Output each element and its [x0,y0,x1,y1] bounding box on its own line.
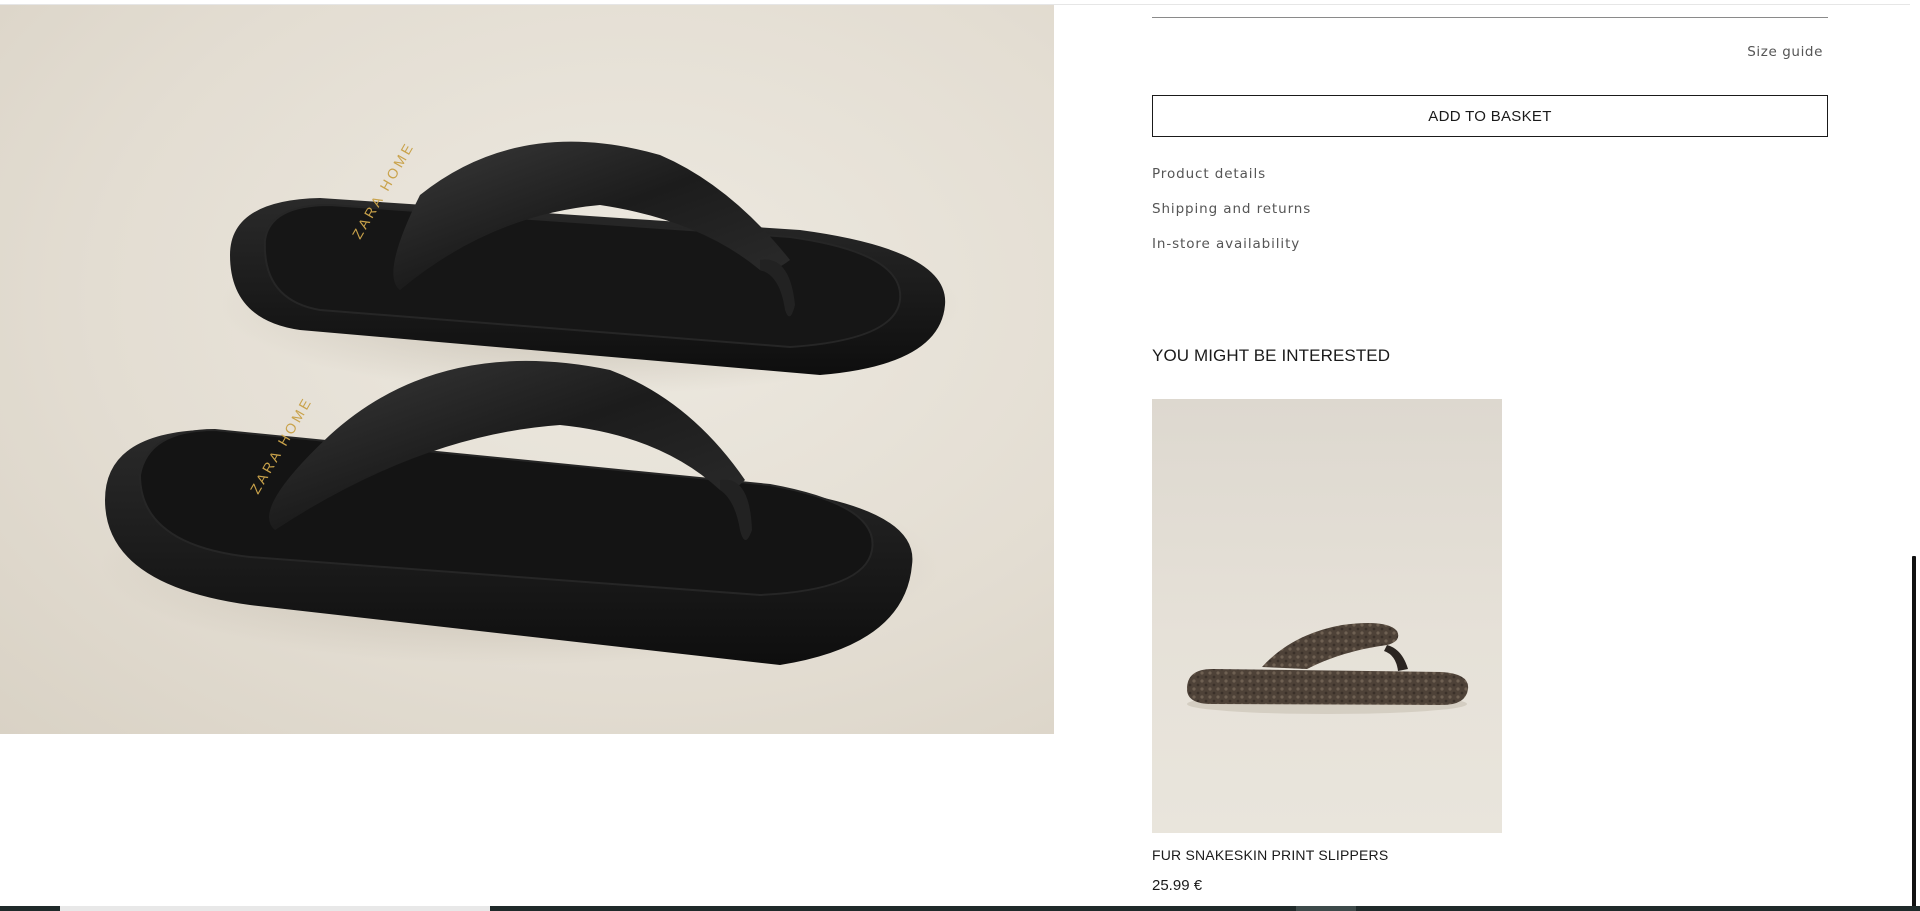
product-page: ZARA HOME ZARA HOME Size guide ADD TO BA… [0,0,1920,911]
size-selector-divider [1152,17,1828,18]
size-guide-link[interactable]: Size guide [1747,44,1823,60]
page-scrollbar-thumb[interactable] [1912,556,1916,911]
product-main-image[interactable]: ZARA HOME ZARA HOME [0,5,1054,734]
recommendation-name[interactable]: FUR SNAKESKIN PRINT SLIPPERS [1152,847,1388,863]
recommendations-title: YOU MIGHT BE INTERESTED [1152,346,1391,365]
bottom-bar-marker [1296,906,1356,911]
snakeskin-slipper-icon [1187,623,1469,714]
in-store-availability-link[interactable]: In-store availability [1152,236,1300,252]
recommendation-product-image[interactable] [1152,399,1502,833]
sandals-illustration: ZARA HOME ZARA HOME [100,139,960,665]
add-to-basket-button[interactable]: ADD TO BASKET [1152,95,1828,137]
bottom-bar-highlight [60,906,490,911]
recommendation-card[interactable] [1152,399,1502,833]
product-details-link[interactable]: Product details [1152,166,1266,182]
recommendation-price: 25.99 € [1152,877,1203,894]
shipping-and-returns-link[interactable]: Shipping and returns [1152,201,1311,217]
